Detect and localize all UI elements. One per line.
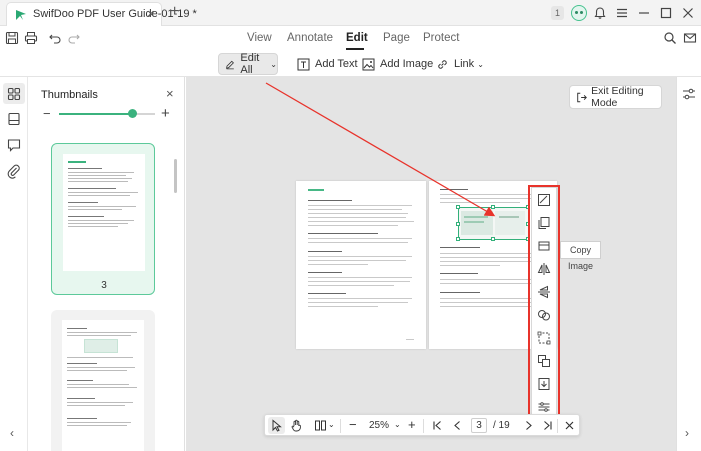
previous-page-icon[interactable] xyxy=(451,419,464,432)
maximize-icon[interactable] xyxy=(658,5,674,21)
chevron-down-icon: ⌄ xyxy=(270,59,277,69)
thumbnails-close-icon[interactable]: × xyxy=(166,86,174,101)
document-canvas[interactable]: Exit Editing Mode Copy Image ⌄ − 25% ⌄ +… xyxy=(186,77,676,451)
link-icon xyxy=(438,59,447,69)
minimize-icon[interactable] xyxy=(636,5,652,21)
tab-bar: SwifDoo PDF User Guide-01-19 * × + 1 xyxy=(0,0,701,26)
zoom-dropdown-chevron-icon[interactable]: ⌄ xyxy=(394,420,401,429)
chevron-down-icon[interactable]: ⌄ xyxy=(328,420,335,429)
close-bar-icon[interactable] xyxy=(563,419,576,432)
divider xyxy=(423,419,424,433)
thumbnails-icon[interactable] xyxy=(6,86,22,102)
tab-page[interactable]: Page xyxy=(383,32,410,44)
image-icon xyxy=(362,58,375,70)
close-window-icon[interactable] xyxy=(680,5,696,21)
link-label: Link xyxy=(454,58,475,70)
collapse-left-arrow-icon[interactable]: ‹ xyxy=(10,426,14,440)
link-button[interactable]: Link ⌄ xyxy=(436,53,484,75)
new-tab-button[interactable]: + xyxy=(170,3,179,21)
search-icon[interactable] xyxy=(663,31,677,45)
mail-icon[interactable] xyxy=(683,31,697,45)
undo-icon[interactable] xyxy=(48,31,62,45)
next-page-icon[interactable] xyxy=(522,419,535,432)
save-icon[interactable] xyxy=(5,31,19,45)
add-text-button[interactable]: Add Text xyxy=(297,53,358,75)
select-cursor-icon[interactable] xyxy=(270,419,283,432)
divider xyxy=(340,419,341,433)
thumbnail-page-4[interactable] xyxy=(51,310,155,451)
divider xyxy=(557,419,558,433)
tab-annotate[interactable]: Annotate xyxy=(287,32,333,44)
slider-handle[interactable] xyxy=(128,109,138,118)
last-page-icon[interactable] xyxy=(541,419,554,432)
right-sidebar: › xyxy=(676,77,701,451)
active-tab-indicator xyxy=(346,48,364,50)
tab-protect[interactable]: Protect xyxy=(423,32,459,44)
notification-badge[interactable]: 1 xyxy=(551,6,564,20)
edit-toolbar: Edit All ⌄ Add Text Add Image Link ⌄ xyxy=(0,51,701,77)
thumbnails-panel: Thumbnails × − + 3 xyxy=(29,77,185,451)
page-navigation-bar: ⌄ − 25% ⌄ + 3 / 19 xyxy=(264,414,580,436)
add-image-label: Add Image xyxy=(380,58,434,70)
edit-all-label: Edit All xyxy=(240,52,260,76)
thumbnail-page-preview xyxy=(63,154,145,271)
redo-icon[interactable] xyxy=(67,31,81,45)
add-image-button[interactable]: Add Image xyxy=(362,53,433,75)
thumbnail-page-preview xyxy=(62,320,144,451)
first-page-icon[interactable] xyxy=(431,419,444,432)
user-avatar-icon[interactable] xyxy=(571,5,587,21)
thumbnail-size-slider[interactable] xyxy=(59,113,155,115)
tab-view[interactable]: View xyxy=(247,32,272,44)
print-icon[interactable] xyxy=(24,31,38,45)
thumbnail-page-number: 3 xyxy=(101,280,107,291)
slider-fill xyxy=(59,113,133,115)
copy-image-tooltip: Copy Image xyxy=(560,241,601,271)
thumbnails-title: Thumbnails xyxy=(41,89,98,101)
tools-highlight-box xyxy=(528,185,560,418)
zoom-in-thumbnails[interactable]: + xyxy=(161,105,170,122)
comment-icon[interactable] xyxy=(6,137,22,153)
bookmark-icon[interactable] xyxy=(6,111,22,127)
edit-all-button[interactable]: Edit All ⌄ xyxy=(218,52,278,76)
properties-settings-icon[interactable] xyxy=(681,86,697,102)
edit-pencil-icon xyxy=(226,60,234,69)
tab-close-icon[interactable]: × xyxy=(147,6,155,21)
collapse-right-arrow-icon[interactable]: › xyxy=(685,426,689,440)
thumbnail-scrollbar[interactable] xyxy=(174,159,177,193)
zoom-in-button[interactable]: + xyxy=(408,417,416,432)
hand-tool-icon[interactable] xyxy=(290,419,303,432)
app-logo-icon xyxy=(16,10,26,20)
thumbnail-page-3[interactable]: 3 xyxy=(51,143,155,295)
add-text-label: Add Text xyxy=(315,58,358,70)
total-pages: / 19 xyxy=(493,420,510,431)
text-icon xyxy=(297,58,310,70)
chevron-down-icon: ⌄ xyxy=(477,59,484,69)
tab-edit[interactable]: Edit xyxy=(346,32,368,44)
menu-icon[interactable] xyxy=(614,5,630,21)
bell-icon[interactable] xyxy=(592,5,608,21)
page-layout-icon[interactable] xyxy=(314,419,327,432)
current-page-input[interactable]: 3 xyxy=(471,418,487,433)
document-tab[interactable]: SwifDoo PDF User Guide-01-19 * × xyxy=(6,2,197,26)
attachment-icon[interactable] xyxy=(6,163,22,179)
left-sidebar: ‹ xyxy=(0,77,28,451)
zoom-level[interactable]: 25% xyxy=(369,420,389,431)
zoom-out-button[interactable]: − xyxy=(349,417,357,432)
zoom-out-thumbnails[interactable]: − xyxy=(43,106,51,121)
annotation-arrow xyxy=(265,82,496,217)
